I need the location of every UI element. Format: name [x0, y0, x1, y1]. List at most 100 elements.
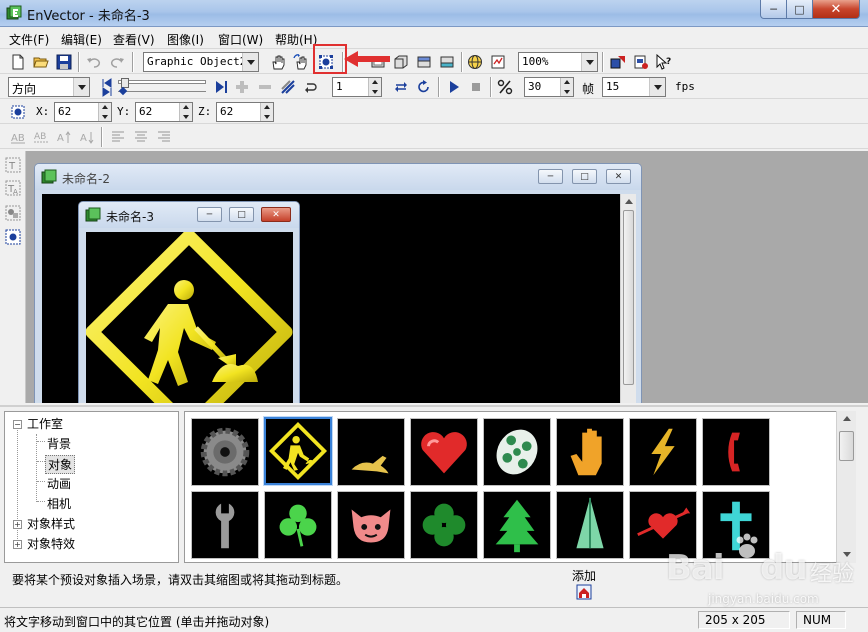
minimize-button[interactable]: ─ — [760, 0, 787, 19]
text-size-up-button[interactable]: A — [54, 127, 74, 147]
frame-spinner[interactable]: 1 — [332, 77, 382, 97]
export-button[interactable] — [631, 52, 651, 72]
redo-button[interactable] — [107, 52, 127, 72]
spinner-arrows[interactable] — [260, 103, 273, 121]
tree-item-objects[interactable]: 对象 — [45, 455, 76, 474]
direction-dropdown[interactable]: 方向 — [8, 77, 90, 97]
new-file-button[interactable] — [8, 52, 28, 72]
doc-front-minimize-button[interactable]: ─ — [197, 207, 222, 222]
spinner-arrows[interactable] — [179, 103, 192, 121]
doc-front-maximize-button[interactable]: □ — [229, 207, 254, 222]
zoom-dropdown[interactable]: 100% — [518, 52, 598, 72]
gallery-item-hand[interactable] — [556, 418, 624, 486]
close-button[interactable]: ✕ — [812, 0, 860, 19]
percent-spinner[interactable]: 30 — [524, 77, 574, 97]
scroll-up-arrow[interactable] — [621, 194, 636, 210]
gallery-item-heart-arrow[interactable] — [629, 491, 697, 559]
tree-item-studio[interactable]: 工作室 — [27, 415, 63, 432]
open-file-button[interactable] — [31, 52, 51, 72]
y-spinner[interactable]: 62 — [135, 102, 193, 122]
shape-tool-button[interactable] — [3, 203, 23, 223]
studio-tree[interactable]: − 工作室 背景 对象 动画 相机 + 对象样式 + 对象特效 — [4, 411, 179, 563]
z-spinner[interactable]: 62 — [216, 102, 274, 122]
scroll-up-arrow[interactable] — [837, 411, 856, 427]
tree-item-background[interactable]: 背景 — [47, 435, 71, 452]
doc-front-close-button[interactable]: ✕ — [261, 207, 291, 222]
view-side-button[interactable] — [391, 52, 411, 72]
object-select-dropdown[interactable]: Graphic Object2 — [143, 52, 259, 72]
view-top-button[interactable] — [414, 52, 434, 72]
loop-button[interactable] — [391, 77, 411, 97]
web-button[interactable] — [465, 52, 485, 72]
tree-expand-toggle[interactable]: + — [13, 540, 22, 549]
gallery-item-heart[interactable] — [410, 418, 478, 486]
tree-item-object-style[interactable]: 对象样式 — [27, 515, 75, 532]
gallery-item-wrench[interactable] — [191, 491, 259, 559]
remove-keyframe-button[interactable] — [255, 77, 275, 97]
gallery-scrollbar[interactable] — [836, 411, 856, 563]
document-window-front[interactable]: 未命名-3 ─ □ ✕ — [78, 201, 300, 403]
tree-item-camera[interactable]: 相机 — [47, 495, 71, 512]
tree-item-object-effects[interactable]: 对象特效 — [27, 535, 75, 552]
doc-back-minimize-button[interactable]: ─ — [538, 169, 563, 184]
menu-view[interactable]: 查看(V) — [113, 31, 155, 48]
text-spacing-button[interactable]: AB — [31, 127, 51, 147]
menu-window[interactable]: 窗口(W) — [218, 31, 263, 48]
text-bold-button[interactable]: AB — [8, 127, 28, 147]
object-tool-button[interactable] — [3, 227, 23, 247]
slider-thumb-lower[interactable] — [118, 86, 128, 96]
menu-edit[interactable]: 编辑(E) — [61, 31, 102, 48]
scroll-down-arrow[interactable] — [837, 547, 856, 563]
spinner-arrows[interactable] — [368, 78, 381, 96]
construction-sign-object[interactable] — [86, 232, 293, 403]
save-button[interactable] — [54, 52, 74, 72]
text-size-down-button[interactable]: A — [77, 127, 97, 147]
gallery-item-four-leaf-clover[interactable] — [410, 491, 478, 559]
doc-back-close-button[interactable]: ✕ — [606, 169, 631, 184]
tree-collapse-toggle[interactable]: − — [13, 420, 22, 429]
gallery-item-lightning[interactable] — [629, 418, 697, 486]
view-bottom-button[interactable] — [437, 52, 457, 72]
loop-back-button[interactable] — [301, 77, 321, 97]
scene-canvas-front[interactable] — [86, 232, 293, 403]
context-help-button[interactable]: ? — [654, 52, 674, 72]
menu-file[interactable]: 文件(F) — [9, 31, 49, 48]
doc-back-maximize-button[interactable]: □ — [572, 169, 597, 184]
object-gallery[interactable] — [184, 411, 856, 563]
gallery-item-clover[interactable] — [264, 491, 332, 559]
pan-hand-button[interactable] — [268, 52, 288, 72]
rewind-button[interactable] — [414, 77, 434, 97]
gallery-item-kangaroo[interactable] — [337, 418, 405, 486]
gallery-item-construction-sign[interactable] — [264, 417, 332, 485]
align-center-button[interactable] — [131, 127, 151, 147]
tree-item-animation[interactable]: 动画 — [47, 475, 71, 492]
slider-track[interactable] — [100, 78, 210, 97]
align-right-button[interactable] — [154, 127, 174, 147]
gallery-item-cone[interactable] — [556, 491, 624, 559]
document-window-front-titlebar[interactable]: 未命名-3 ─ □ ✕ — [79, 202, 299, 228]
spinner-arrows[interactable] — [98, 103, 111, 121]
stop-button[interactable] — [466, 77, 486, 97]
properties-button[interactable] — [488, 52, 508, 72]
menu-help[interactable]: 帮助(H) — [275, 31, 317, 48]
gallery-item-cat-face[interactable] — [337, 491, 405, 559]
menu-image[interactable]: 图像(I) — [167, 31, 204, 48]
spinner-arrows[interactable] — [560, 78, 573, 96]
gallery-item-film-reel[interactable] — [483, 418, 551, 486]
coord-object-button[interactable] — [8, 102, 28, 122]
rotate-hand-button[interactable] — [291, 52, 311, 72]
motion-path-button[interactable] — [278, 77, 298, 97]
fps-dropdown[interactable]: 15 — [602, 77, 666, 97]
scroll-thumb[interactable] — [623, 210, 634, 385]
align-left-button[interactable] — [108, 127, 128, 147]
gallery-item-tree[interactable] — [483, 491, 551, 559]
scroll-thumb[interactable] — [839, 431, 854, 461]
render-button[interactable] — [608, 52, 628, 72]
percent-tool-button[interactable] — [495, 77, 515, 97]
x-spinner[interactable]: 62 — [54, 102, 112, 122]
vertical-scrollbar[interactable] — [620, 194, 636, 403]
text-tool-button[interactable]: T — [3, 155, 23, 175]
gallery-item-cross[interactable] — [702, 491, 770, 559]
add-object-button[interactable]: 添加 — [570, 567, 610, 605]
keyframe-end-button[interactable] — [212, 77, 232, 97]
